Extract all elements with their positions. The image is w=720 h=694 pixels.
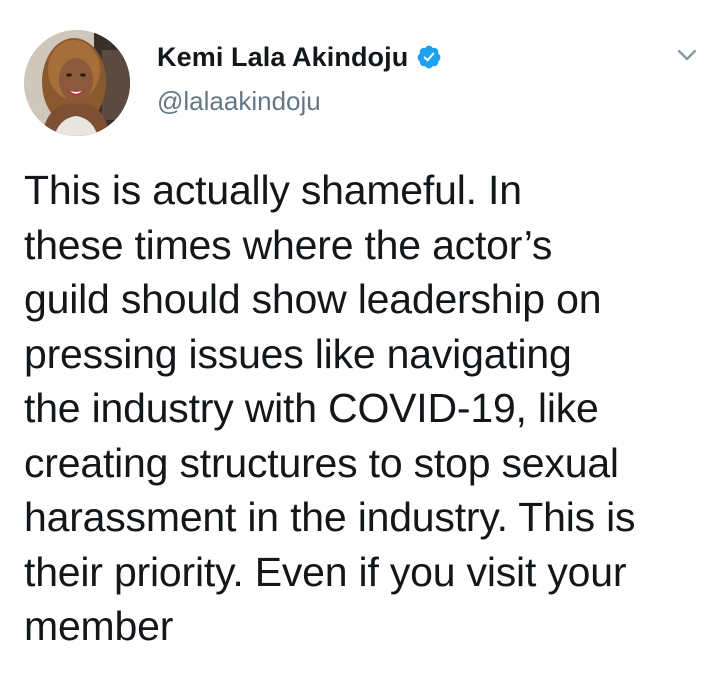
name-row: Kemi Lala Akindoju <box>157 38 442 76</box>
avatar[interactable] <box>24 30 130 136</box>
handle[interactable]: @lalaakindoju <box>157 86 442 117</box>
profile-photo-icon <box>24 30 130 136</box>
display-name[interactable]: Kemi Lala Akindoju <box>157 42 408 73</box>
verified-badge-icon <box>416 44 442 70</box>
chevron-down-icon[interactable] <box>670 40 704 70</box>
author-block: Kemi Lala Akindoju @lalaakindoju <box>157 38 442 117</box>
tweet-text: This is actually shameful. In these time… <box>24 167 636 649</box>
tweet-card: Kemi Lala Akindoju @lalaakindoju This is… <box>0 0 720 694</box>
